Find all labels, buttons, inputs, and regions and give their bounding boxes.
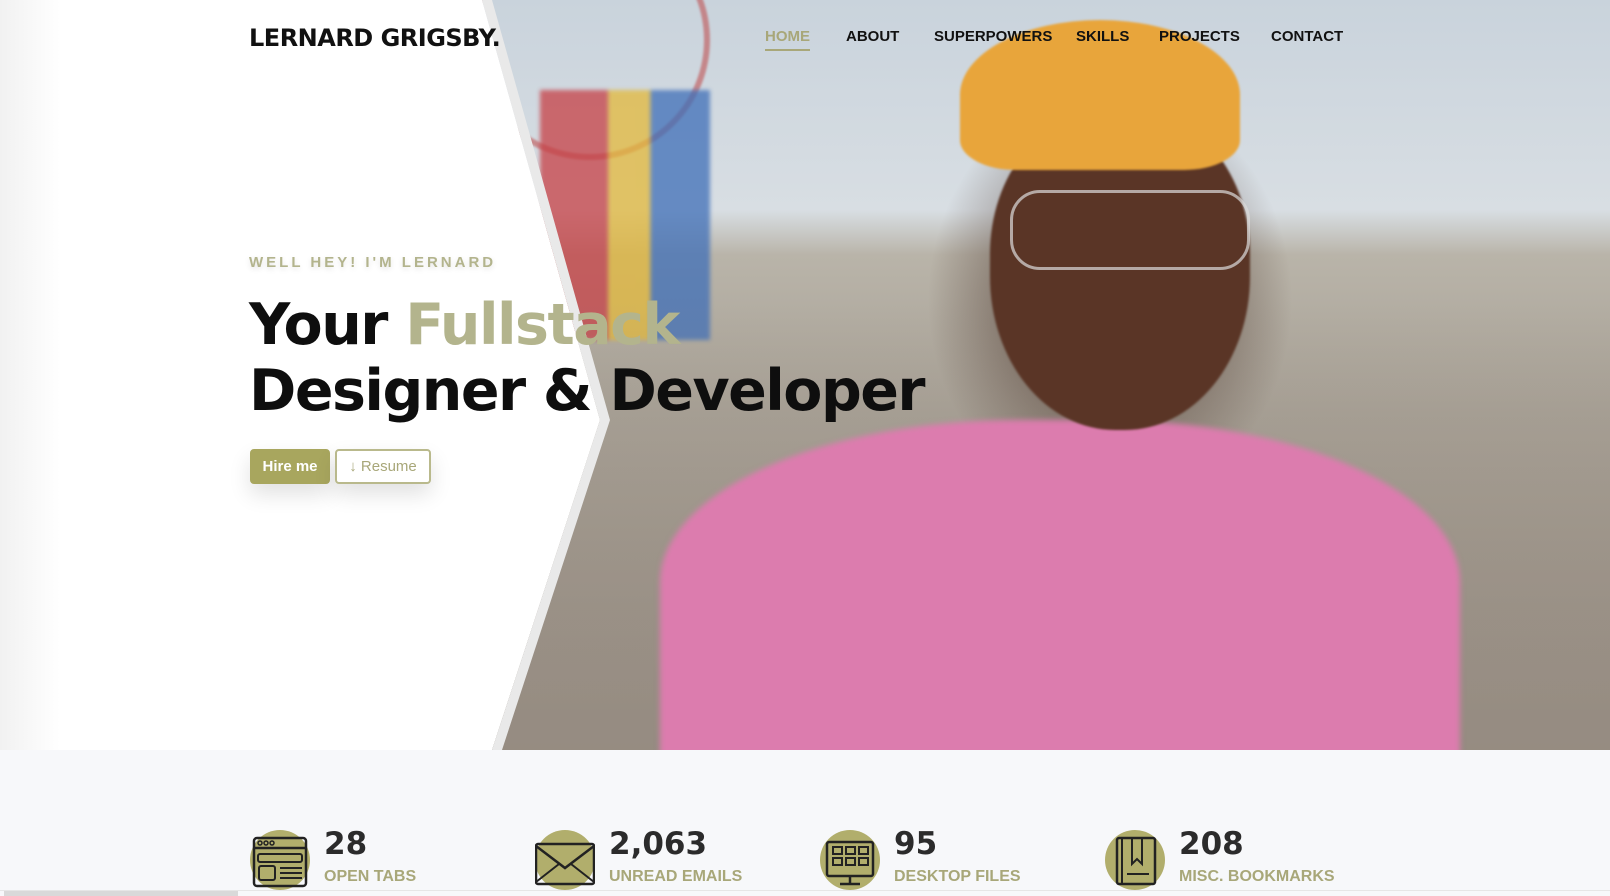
stat-value: 2,063 (609, 826, 708, 862)
nav-home[interactable]: HOME (765, 28, 810, 51)
envelope-icon (535, 830, 595, 890)
bookmark-book-icon (1105, 830, 1165, 890)
hire-me-button[interactable]: Hire me (250, 449, 330, 484)
stat-label: MISC. BOOKMARKS (1179, 868, 1335, 885)
stat-label: OPEN TABS (324, 868, 417, 885)
nav-contact[interactable]: CONTACT (1271, 28, 1343, 45)
nav-projects[interactable]: PROJECTS (1159, 28, 1240, 45)
site-logo[interactable]: LERNARD GRIGSBY. (249, 24, 501, 52)
stat-label: DESKTOP FILES (894, 868, 1021, 885)
stat-value: 28 (324, 826, 368, 862)
headline-line2: Designer & Developer (249, 358, 926, 424)
hero-greeting: WELL HEY! I'M LERNARD (249, 254, 497, 271)
stat-value: 208 (1179, 826, 1244, 862)
hero-headline: Your Fullstack Designer & Developer (249, 292, 926, 424)
stats-section: 28 OPEN TABS 2,063 UNREAD EMAILS 95 DESK… (0, 750, 1610, 896)
nav-skills[interactable]: SKILLS (1076, 28, 1129, 45)
headline-accent: Fullstack (405, 292, 680, 358)
resume-download-button[interactable]: ↓ Resume (335, 449, 431, 484)
hero-section: LERNARD GRIGSBY. HOME ABOUT SUPERPOWERS … (0, 0, 1610, 750)
horizontal-scrollbar[interactable] (4, 891, 238, 896)
nav-superpowers[interactable]: SUPERPOWERS (934, 28, 1052, 45)
nav-about[interactable]: ABOUT (846, 28, 899, 45)
desktop-monitor-icon (820, 830, 880, 890)
stat-value: 95 (894, 826, 938, 862)
stat-label: UNREAD EMAILS (609, 868, 743, 885)
headline-word: Your (249, 292, 388, 358)
browser-tabs-icon (250, 830, 310, 890)
